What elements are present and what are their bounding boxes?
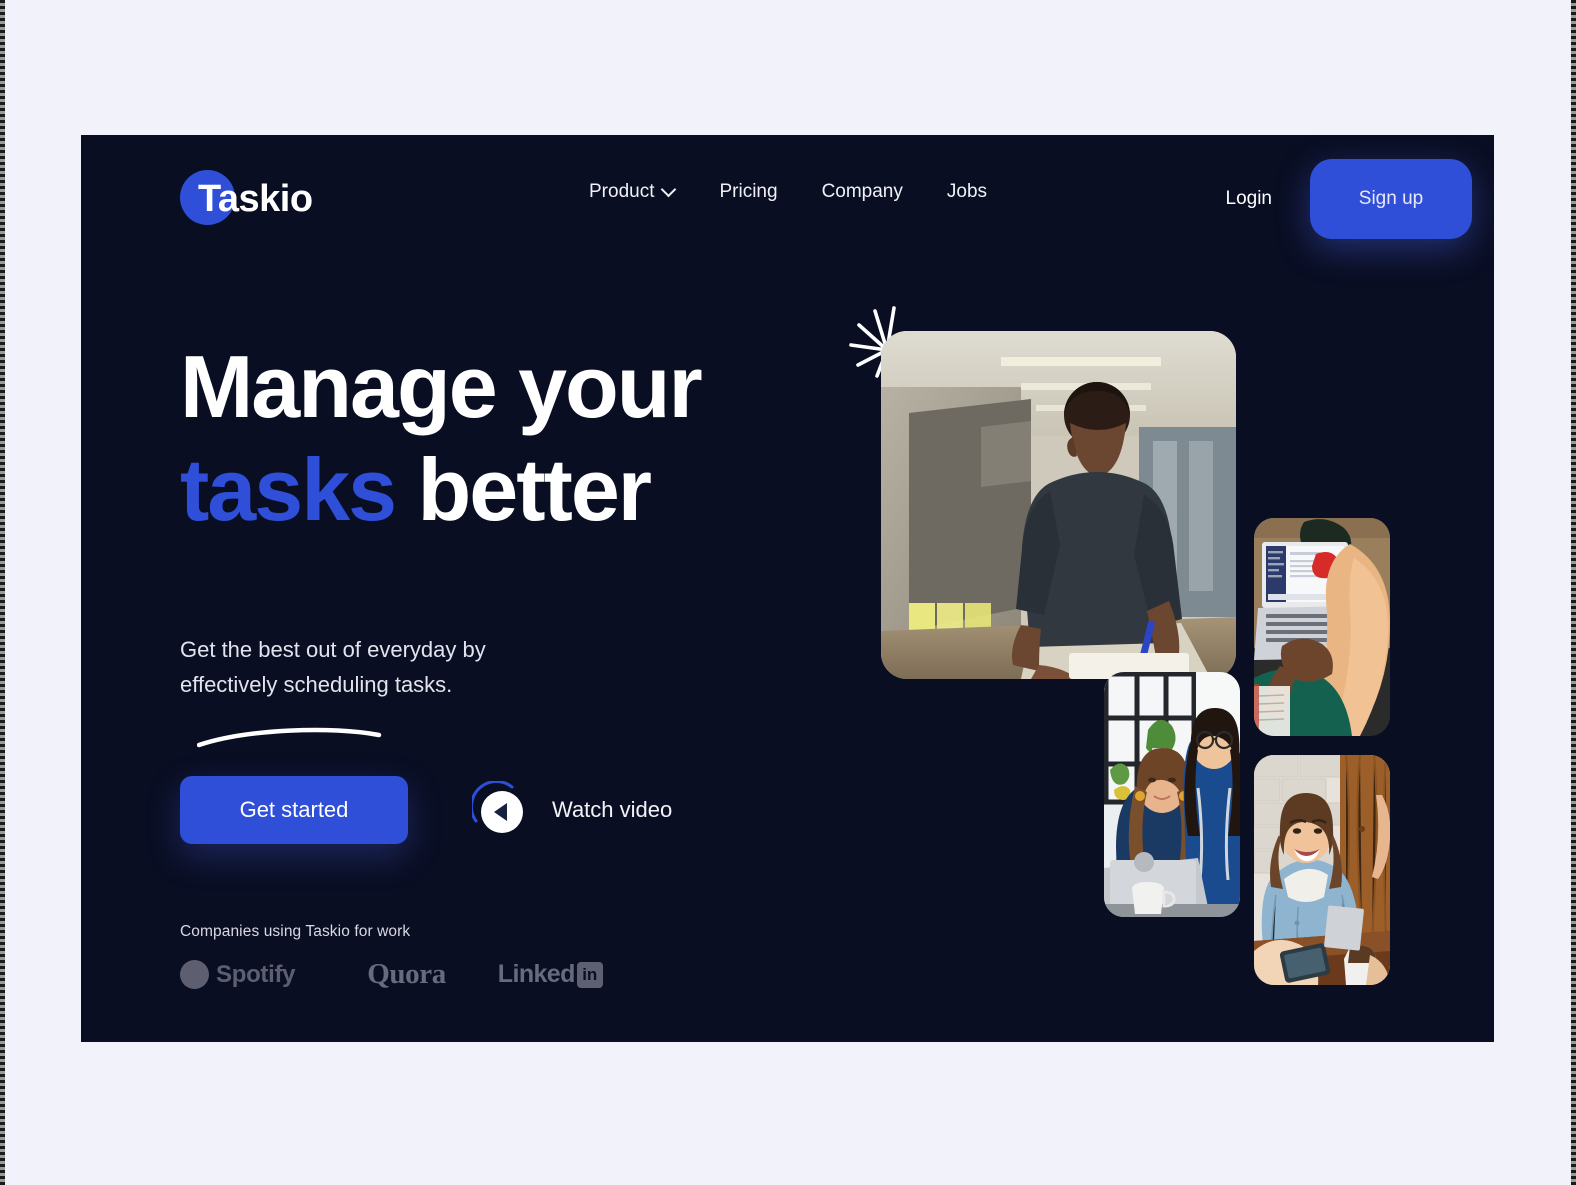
image-collage xyxy=(81,135,1494,1042)
brand-name: Taskio xyxy=(198,177,313,220)
collage-photo-main xyxy=(881,331,1236,679)
brand-logo[interactable]: Taskio xyxy=(180,170,313,228)
hero-card: Taskio Product Pricing Company Jobs Logi… xyxy=(81,135,1494,1042)
page-left-edge xyxy=(0,0,5,1185)
collage-photo-women xyxy=(1104,672,1240,917)
page-right-edge xyxy=(1571,0,1576,1185)
collage-photo-denim xyxy=(1254,755,1390,985)
collage-photo-laptop xyxy=(1254,518,1390,736)
